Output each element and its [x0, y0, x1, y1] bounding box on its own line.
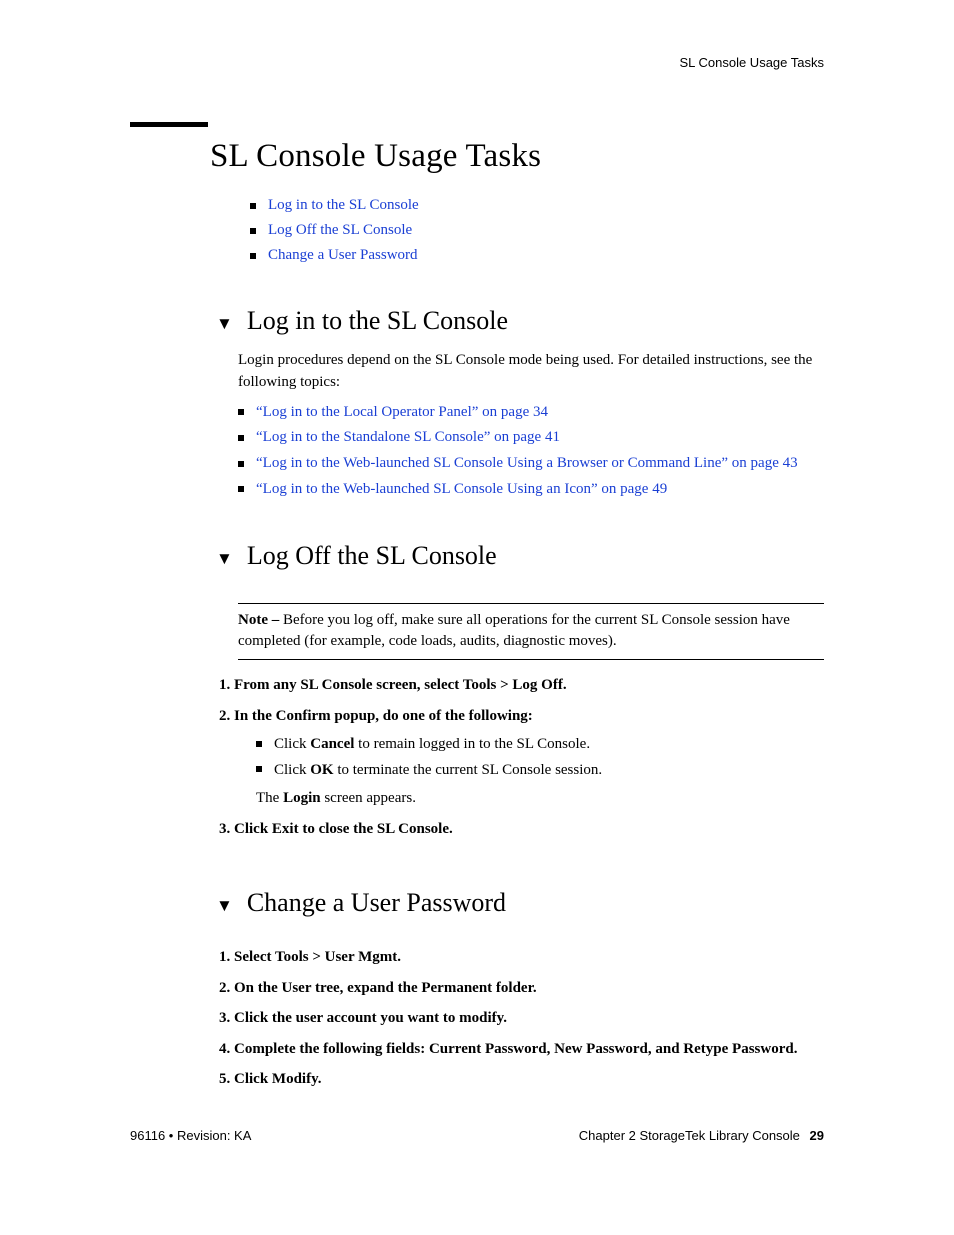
expand-marker-icon: ▼	[216, 550, 233, 567]
note-label: Note –	[238, 612, 283, 628]
logoff-step-3: Click Exit to close the SL Console.	[234, 818, 824, 841]
expand-marker-icon: ▼	[216, 897, 233, 914]
text-bold: Cancel	[310, 736, 354, 752]
section-password-heading: Change a User Password	[247, 888, 506, 918]
password-step-2: On the User tree, expand the Permanent f…	[234, 977, 824, 1000]
password-step-4: Complete the following fields: Current P…	[234, 1038, 824, 1061]
password-step-3: Click the user account you want to modif…	[234, 1007, 824, 1030]
text-post: to terminate the current SL Console sess…	[334, 762, 603, 778]
logoff-step-1: From any SL Console screen, select Tools…	[234, 674, 824, 697]
footer-right: Chapter 2 StorageTek Library Console 29	[579, 1128, 824, 1143]
password-step-5: Click Modify.	[234, 1068, 824, 1091]
section-login-links: “Log in to the Local Operator Panel” on …	[238, 402, 824, 501]
logoff-step-2-sub-cancel: Click Cancel to remain logged in to the …	[256, 733, 824, 756]
text-pre: The	[256, 790, 283, 806]
section-login-header: ▼ Log in to the SL Console	[210, 306, 824, 350]
logoff-step-2-sub-ok: Click OK to terminate the current SL Con…	[256, 759, 824, 782]
page-title: SL Console Usage Tasks	[210, 138, 824, 175]
footer-chapter: Chapter 2 StorageTek Library Console	[579, 1128, 800, 1143]
logoff-step-2-text: In the Confirm popup, do one of the foll…	[234, 708, 533, 724]
section-logoff-heading: Log Off the SL Console	[247, 541, 497, 571]
logoff-step-2: In the Confirm popup, do one of the foll…	[234, 705, 824, 810]
page-footer: 96116 • Revision: KA Chapter 2 StorageTe…	[130, 1128, 824, 1143]
toc-link-login[interactable]: Log in to the SL Console	[268, 197, 419, 213]
section-password-header: ▼ Change a User Password	[210, 888, 824, 932]
note-body: Before you log off, make sure all operat…	[238, 612, 790, 650]
toc-link-password[interactable]: Change a User Password	[268, 247, 418, 263]
link-local-operator-panel[interactable]: “Log in to the Local Operator Panel” on …	[256, 404, 548, 420]
link-web-launched-browser[interactable]: “Log in to the Web-launched SL Console U…	[256, 455, 798, 471]
text-pre: Click	[274, 736, 310, 752]
password-steps: Select Tools > User Mgmt. On the User tr…	[210, 946, 824, 1091]
section-login-intro: Login procedures depend on the SL Consol…	[238, 350, 824, 394]
section-login-heading: Log in to the SL Console	[247, 306, 508, 336]
password-step-1: Select Tools > User Mgmt.	[234, 946, 824, 969]
page: SL Console Usage Tasks SL Console Usage …	[0, 0, 954, 1235]
footer-left: 96116 • Revision: KA	[130, 1128, 251, 1143]
text-post: screen appears.	[321, 790, 416, 806]
section-rule	[130, 122, 208, 127]
content-area: SL Console Usage Tasks Log in to the SL …	[210, 138, 824, 1099]
note-box: Note – Before you log off, make sure all…	[238, 603, 824, 661]
logoff-step-2-result: The Login screen appears.	[256, 787, 824, 810]
text-post: to remain logged in to the SL Console.	[354, 736, 590, 752]
section-logoff-header: ▼ Log Off the SL Console	[210, 541, 824, 585]
page-number: 29	[810, 1128, 824, 1143]
link-standalone-console[interactable]: “Log in to the Standalone SL Console” on…	[256, 429, 560, 445]
logoff-steps: From any SL Console screen, select Tools…	[210, 674, 824, 840]
text-bold: OK	[310, 762, 333, 778]
text-pre: Click	[274, 762, 310, 778]
text-bold: Login	[283, 790, 321, 806]
expand-marker-icon: ▼	[216, 315, 233, 332]
logoff-step-2-sublist: Click Cancel to remain logged in to the …	[256, 733, 824, 781]
toc-link-logoff[interactable]: Log Off the SL Console	[268, 222, 412, 238]
toc-list: Log in to the SL Console Log Off the SL …	[250, 195, 824, 266]
running-header: SL Console Usage Tasks	[679, 55, 824, 70]
link-web-launched-icon[interactable]: “Log in to the Web-launched SL Console U…	[256, 481, 667, 497]
